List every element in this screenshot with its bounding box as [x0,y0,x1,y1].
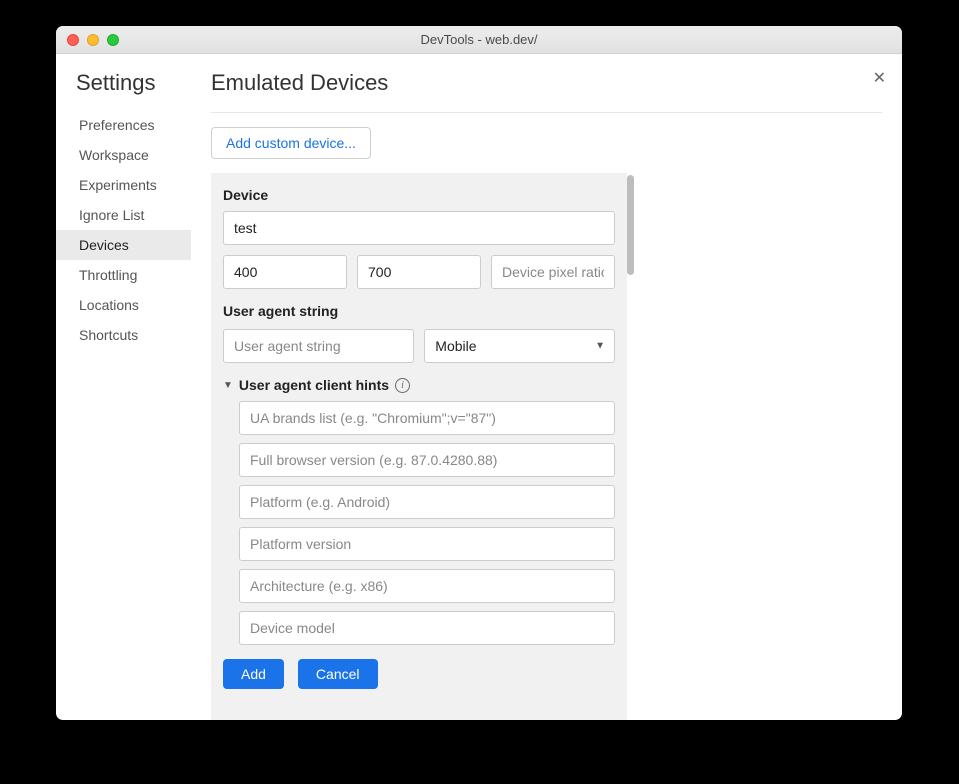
ua-section-label: User agent string [223,303,615,319]
device-editor-panel: Device User agent string Mobile [211,173,627,720]
sidebar-item-preferences[interactable]: Preferences [56,110,191,140]
device-section-label: Device [223,187,615,203]
platform-version-input[interactable] [239,527,615,561]
user-agent-input[interactable] [223,329,414,363]
device-editor-wrap: Device User agent string Mobile [211,173,882,720]
ua-type-select-wrap: Mobile ▼ [424,329,615,363]
architecture-input[interactable] [239,569,615,603]
scrollbar-thumb[interactable] [627,175,634,275]
sidebar-item-workspace[interactable]: Workspace [56,140,191,170]
sidebar-item-shortcuts[interactable]: Shortcuts [56,320,191,350]
window-title: DevTools - web.dev/ [56,32,902,47]
titlebar: DevTools - web.dev/ [56,26,902,54]
device-pixel-ratio-input[interactable] [491,255,615,289]
settings-panel: ✕ Settings Preferences Workspace Experim… [56,54,902,720]
sidebar-item-throttling[interactable]: Throttling [56,260,191,290]
device-size-row [223,255,615,289]
scrollbar[interactable] [627,173,635,720]
full-browser-version-input[interactable] [239,443,615,477]
sidebar-item-experiments[interactable]: Experiments [56,170,191,200]
triangle-down-icon: ▼ [223,380,233,391]
sidebar-item-locations[interactable]: Locations [56,290,191,320]
sidebar-item-ignore-list[interactable]: Ignore List [56,200,191,230]
settings-sidebar: Settings Preferences Workspace Experimen… [56,68,191,720]
platform-input[interactable] [239,485,615,519]
device-width-input[interactable] [223,255,347,289]
cancel-button[interactable]: Cancel [298,659,378,689]
devtools-window: DevTools - web.dev/ ✕ Settings Preferenc… [56,26,902,720]
ua-brands-input[interactable] [239,401,615,435]
add-custom-device-button[interactable]: Add custom device... [211,127,371,159]
settings-body: Settings Preferences Workspace Experimen… [56,54,902,720]
page-title: Emulated Devices [211,70,882,96]
client-hints-label: User agent client hints [239,377,389,393]
ua-row: Mobile ▼ [223,329,615,363]
close-icon[interactable]: ✕ [873,68,886,88]
sidebar-item-devices[interactable]: Devices [56,230,191,260]
settings-main: Emulated Devices Add custom device... De… [191,68,902,720]
window-minimize-icon[interactable] [87,34,99,46]
client-hints-disclosure[interactable]: ▼ User agent client hints i [223,377,615,393]
device-model-input[interactable] [239,611,615,645]
window-zoom-icon[interactable] [107,34,119,46]
traffic-lights [56,34,119,46]
button-row: Add Cancel [223,659,615,689]
ua-type-select[interactable]: Mobile [424,329,615,363]
window-close-icon[interactable] [67,34,79,46]
settings-heading: Settings [76,70,191,96]
client-hints-fields [223,401,615,653]
add-button[interactable]: Add [223,659,284,689]
device-height-input[interactable] [357,255,481,289]
device-name-input[interactable] [223,211,615,245]
info-icon[interactable]: i [395,378,410,393]
divider [211,112,882,113]
